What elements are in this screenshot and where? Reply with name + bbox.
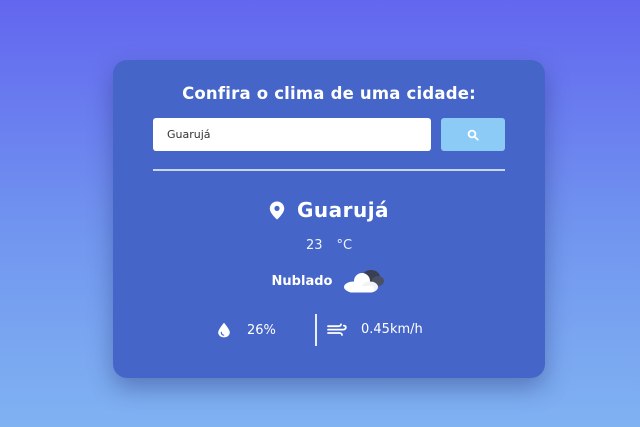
weather-description: Nublado — [113, 268, 545, 294]
temperature-value: 23 — [305, 238, 323, 253]
wind-icon — [327, 322, 347, 337]
map-pin-icon — [269, 201, 285, 220]
weather-details: 26% 0.45km/h — [113, 314, 545, 346]
details-separator — [315, 314, 317, 346]
weather-description-text: Nublado — [271, 273, 333, 289]
weather-card: Confira o clima de uma cidade: Guarujá 2… — [113, 60, 545, 378]
city-search-input[interactable] — [153, 118, 431, 151]
temperature-display: 23 °C — [113, 238, 545, 253]
search-button[interactable] — [441, 118, 505, 151]
search-icon — [467, 129, 479, 141]
wind-speed-value: 0.45km/h — [361, 322, 423, 337]
humidity-info: 26% — [217, 322, 276, 338]
wind-info: 0.45km/h — [327, 322, 423, 337]
temperature-unit: °C — [336, 238, 353, 253]
droplet-icon — [217, 322, 231, 338]
search-bar — [153, 118, 505, 151]
city-heading: Guarujá — [113, 198, 545, 222]
city-name: Guarujá — [296, 198, 390, 222]
cloud-icon — [340, 268, 386, 294]
divider — [153, 169, 505, 171]
humidity-value: 26% — [247, 322, 276, 338]
page-title: Confira o clima de uma cidade: — [182, 84, 476, 103]
